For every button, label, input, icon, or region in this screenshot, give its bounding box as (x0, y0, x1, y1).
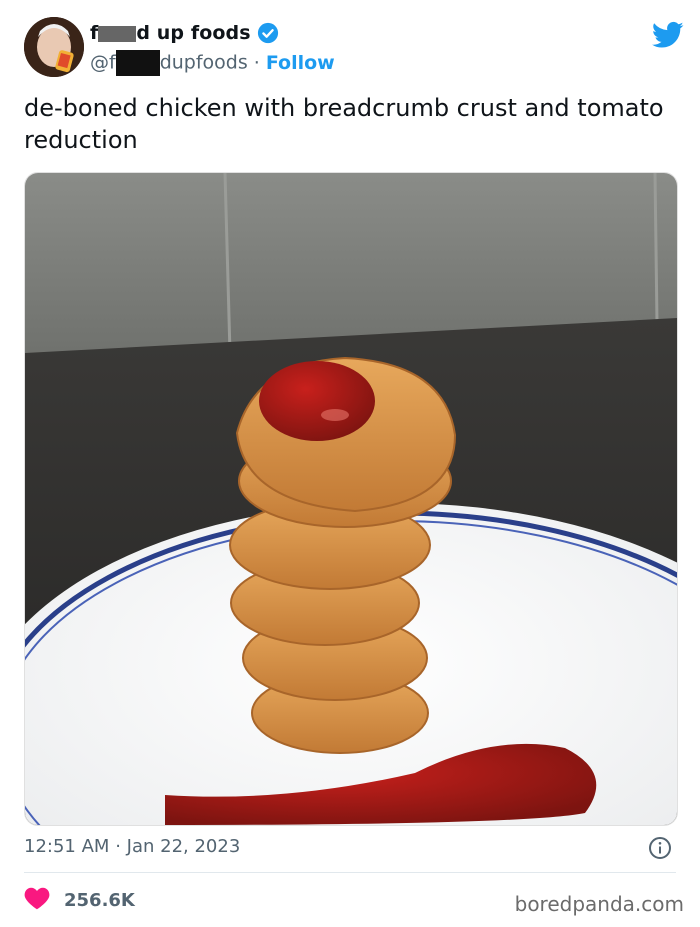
verified-badge-icon (257, 22, 279, 44)
info-icon[interactable] (648, 836, 672, 860)
avatar[interactable] (24, 17, 84, 77)
follow-button[interactable]: Follow (266, 52, 335, 74)
separator: · (253, 52, 260, 74)
like-action[interactable]: 256.6K (24, 886, 135, 914)
tweet-timestamp[interactable]: 12:51 AM · Jan 22, 2023 (24, 836, 240, 857)
handle[interactable]: @f dupfoods (90, 50, 248, 76)
heart-icon[interactable] (24, 886, 50, 914)
display-name[interactable]: fd up foods (90, 22, 251, 44)
like-count: 256.6K (64, 889, 135, 911)
handle-row: @f dupfoods · Follow (90, 50, 335, 76)
divider (24, 872, 676, 873)
redaction-block (98, 25, 137, 42)
tweet-photo[interactable] (24, 172, 678, 826)
watermark: boredpanda.com (514, 892, 684, 916)
twitter-bird-icon[interactable] (652, 19, 684, 51)
tweet-header: fd up foods @f dupfoods · Follow (24, 17, 684, 79)
tweet-text: de-boned chicken with breadcrumb crust a… (24, 94, 664, 154)
redaction-block (115, 50, 160, 76)
